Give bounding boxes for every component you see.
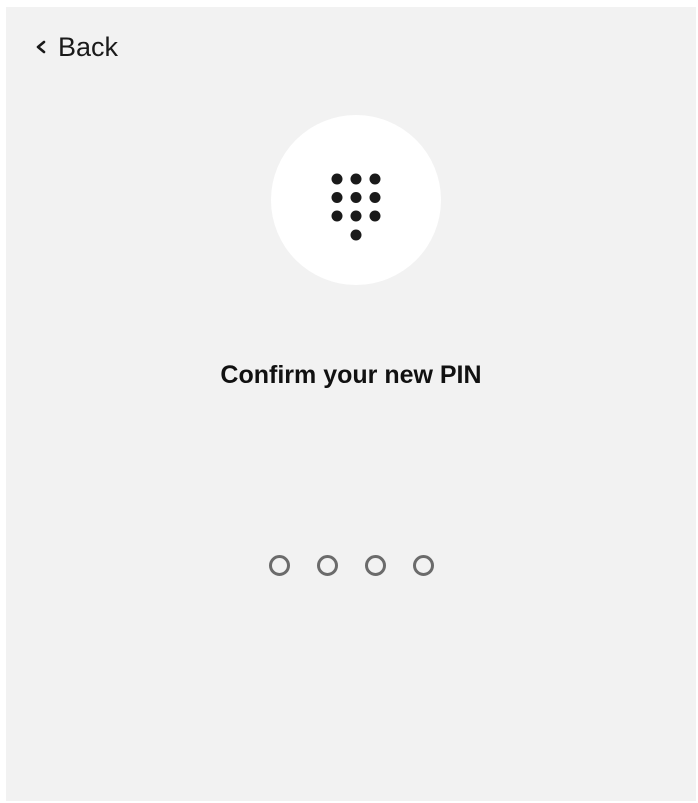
- pin-dot: [412, 555, 434, 576]
- dialpad-icon: [331, 173, 381, 241]
- page-title: Confirm your new PIN: [220, 361, 482, 389]
- back-label: Back: [58, 32, 119, 62]
- icon-badge: [271, 115, 441, 285]
- pin-dot: [316, 555, 338, 576]
- chevron-left-icon: [36, 40, 46, 54]
- pin-indicator: [6, 555, 696, 576]
- pin-dot: [364, 555, 386, 576]
- pin-dot: [268, 555, 290, 576]
- pin-confirm-screen: Back Confirm your new PIN: [6, 7, 696, 801]
- back-button[interactable]: Back: [34, 29, 118, 65]
